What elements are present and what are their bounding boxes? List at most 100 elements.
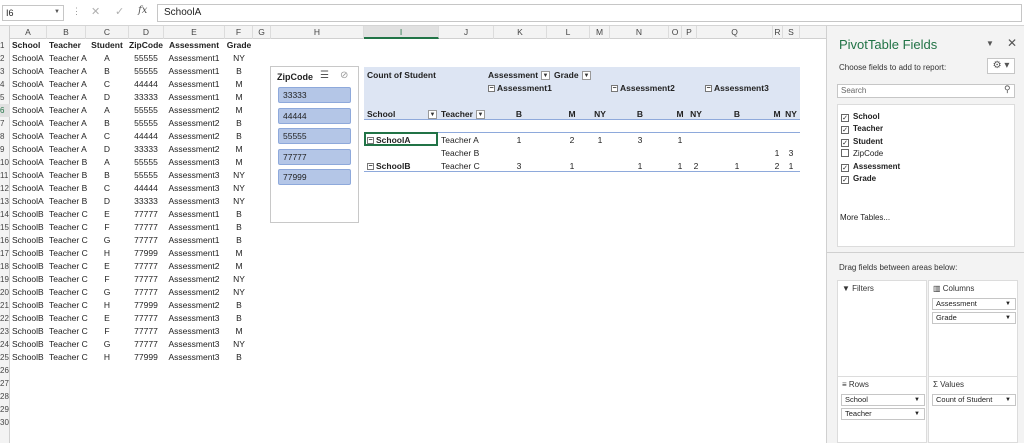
column-header-q[interactable]: Q [697, 26, 773, 39]
column-header-h[interactable]: H [271, 26, 364, 39]
table-cell[interactable]: SchoolB [12, 286, 44, 299]
row-header-5[interactable]: 5 [0, 91, 10, 104]
table-cell[interactable]: M [209, 247, 269, 260]
table-cell[interactable]: SchoolA [12, 104, 44, 117]
row-header-2[interactable]: 2 [0, 52, 10, 65]
chevron-down-icon[interactable]: ▼ [1005, 395, 1011, 405]
select-all-corner[interactable] [0, 26, 10, 39]
pivot-assessment-header[interactable]: − Assessment3 [705, 82, 769, 95]
slicer-item[interactable]: 77777 [278, 148, 351, 165]
table-cell[interactable]: SchoolA [12, 182, 44, 195]
row-header-15[interactable]: 15 [0, 221, 10, 234]
column-header-r[interactable]: R [773, 26, 783, 39]
column-header-l[interactable]: L [547, 26, 590, 39]
table-cell[interactable]: M [209, 325, 269, 338]
row-header-7[interactable]: 7 [0, 117, 10, 130]
pivot-value-cell[interactable]: 1 [588, 134, 612, 147]
table-cell[interactable]: SchoolA [12, 65, 44, 78]
table-cell[interactable]: B [209, 130, 269, 143]
pivot-value-cell[interactable]: 3 [779, 147, 803, 160]
gear-icon[interactable]: ⚙ ▾ [987, 58, 1015, 74]
table-cell[interactable]: SchoolA [12, 91, 44, 104]
checkbox-unchecked-icon[interactable] [841, 149, 849, 158]
checkbox-checked-icon[interactable]: ✓ [841, 138, 849, 147]
area-field-pill[interactable]: Assessment ▼ [932, 298, 1016, 310]
chevron-down-icon[interactable]: ▼ [986, 39, 994, 48]
table-cell[interactable]: SchoolA [12, 52, 44, 65]
table-cell[interactable]: B [209, 221, 269, 234]
pivot-assessment-header[interactable]: − Assessment1 [488, 82, 552, 95]
column-header-g[interactable]: G [253, 26, 271, 39]
table-header-cell[interactable]: Grade [209, 39, 269, 52]
pivot-value-cell[interactable]: 1 [560, 160, 584, 173]
row-header-21[interactable]: 21 [0, 299, 10, 312]
row-header-22[interactable]: 22 [0, 312, 10, 325]
pivot-value-cell[interactable]: 1 [668, 134, 692, 147]
row-header-27[interactable]: 27 [0, 377, 10, 390]
chevron-down-icon[interactable]: ▼ [914, 395, 920, 405]
column-header-j[interactable]: J [439, 26, 494, 39]
column-header-s[interactable]: S [783, 26, 800, 39]
checkbox-checked-icon[interactable]: ✓ [841, 126, 849, 135]
table-cell[interactable]: SchoolB [12, 208, 44, 221]
table-cell[interactable]: NY [209, 195, 269, 208]
table-cell[interactable]: SchoolB [12, 351, 44, 364]
column-header-p[interactable]: P [682, 26, 697, 39]
chevron-down-icon[interactable]: ▼ [1005, 313, 1011, 323]
column-header-o[interactable]: O [669, 26, 682, 39]
table-cell[interactable]: SchoolB [12, 312, 44, 325]
collapse-icon[interactable]: − [488, 85, 495, 93]
pivot-value-cell[interactable]: 3 [628, 134, 652, 147]
table-cell[interactable]: B [209, 65, 269, 78]
table-header-cell[interactable]: School [12, 39, 40, 52]
row-header-3[interactable]: 3 [0, 65, 10, 78]
row-header-28[interactable]: 28 [0, 390, 10, 403]
table-cell[interactable]: NY [209, 286, 269, 299]
chevron-down-icon[interactable]: ▼ [1005, 299, 1011, 309]
slicer-item[interactable]: 77999 [278, 169, 351, 185]
row-header-14[interactable]: 14 [0, 208, 10, 221]
table-cell[interactable]: SchoolA [12, 156, 44, 169]
table-cell[interactable]: SchoolA [12, 130, 44, 143]
table-cell[interactable]: B [209, 117, 269, 130]
field-grade[interactable]: ✓ Grade [841, 173, 876, 185]
pivot-teacher-cell[interactable]: Teacher A [441, 134, 479, 147]
pivot-value-cell[interactable]: 2 [560, 134, 584, 147]
table-cell[interactable]: SchoolA [12, 195, 44, 208]
row-header-24[interactable]: 24 [0, 338, 10, 351]
row-header-8[interactable]: 8 [0, 130, 10, 143]
checkbox-checked-icon[interactable]: ✓ [841, 163, 849, 172]
clear-filter-icon[interactable]: ⊘ [340, 70, 348, 81]
row-header-18[interactable]: 18 [0, 260, 10, 273]
row-header-30[interactable]: 30 [0, 416, 10, 429]
table-cell[interactable]: M [209, 156, 269, 169]
row-header-17[interactable]: 17 [0, 247, 10, 260]
multi-select-icon[interactable]: ☰ [320, 70, 329, 81]
column-header-n[interactable]: N [610, 26, 669, 39]
table-cell[interactable]: SchoolA [12, 169, 44, 182]
area-field-pill[interactable]: School ▼ [841, 394, 925, 406]
column-header-i[interactable]: I [364, 26, 439, 39]
row-header-10[interactable]: 10 [0, 156, 10, 169]
slicer-item[interactable]: 44444 [278, 107, 351, 124]
table-cell[interactable]: SchoolB [12, 338, 44, 351]
dropdown-arrow-icon[interactable]: ▼ [541, 71, 550, 80]
zipcode-slicer[interactable]: ZipCode ☰ ⊘ 33333 44444 55555 77777 77999 [270, 66, 359, 223]
table-cell[interactable]: B [209, 351, 269, 364]
table-cell[interactable]: M [209, 104, 269, 117]
table-cell[interactable]: SchoolB [12, 325, 44, 338]
field-zipcode[interactable]: ZipCode [841, 148, 883, 160]
cancel-icon[interactable]: ✕ [91, 5, 100, 18]
column-header-b[interactable]: B [47, 26, 86, 39]
row-header-20[interactable]: 20 [0, 286, 10, 299]
insert-function-icon[interactable]: fx [138, 5, 147, 16]
table-cell[interactable]: B [209, 208, 269, 221]
search-icon[interactable]: ⚲ [1004, 84, 1011, 95]
row-header-25[interactable]: 25 [0, 351, 10, 364]
table-cell[interactable]: NY [209, 338, 269, 351]
table-cell[interactable]: NY [209, 182, 269, 195]
pivot-value-cell[interactable]: 1 [779, 160, 803, 173]
pivot-value-cell[interactable]: 1 [725, 160, 749, 173]
spreadsheet-grid[interactable]: ABCDEFGHIJKLMNOPQRS 1 2 3 4 5 6 7 8 9 10 11 12 13 14 1… [0, 26, 826, 443]
more-tables-link[interactable]: More Tables... [840, 213, 890, 222]
